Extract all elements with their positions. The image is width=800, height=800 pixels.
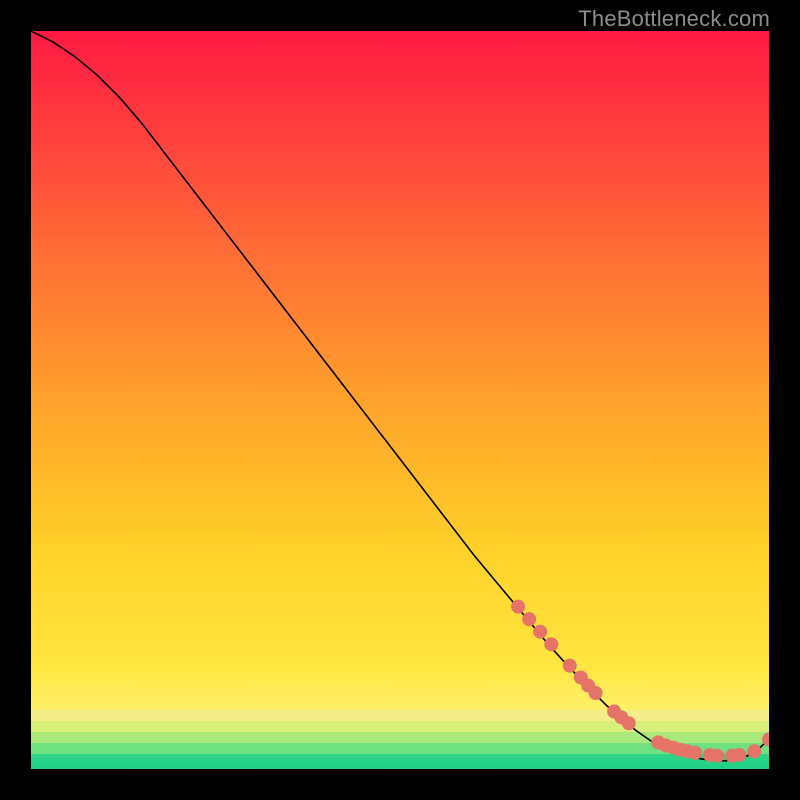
marker-point (544, 637, 558, 651)
watermark-text: TheBottleneck.com (578, 6, 770, 32)
marker-point (688, 746, 702, 760)
marker-point (710, 749, 724, 763)
marker-point (522, 612, 536, 626)
plot-area (31, 31, 769, 769)
marker-point (747, 744, 761, 758)
marker-point (732, 748, 746, 762)
marker-point (589, 686, 603, 700)
gradient-background (31, 31, 769, 769)
marker-point (622, 716, 636, 730)
chart-stage: TheBottleneck.com (0, 0, 800, 800)
plot-svg (31, 31, 769, 769)
marker-point (563, 659, 577, 673)
marker-point (511, 600, 525, 614)
marker-point (533, 625, 547, 639)
